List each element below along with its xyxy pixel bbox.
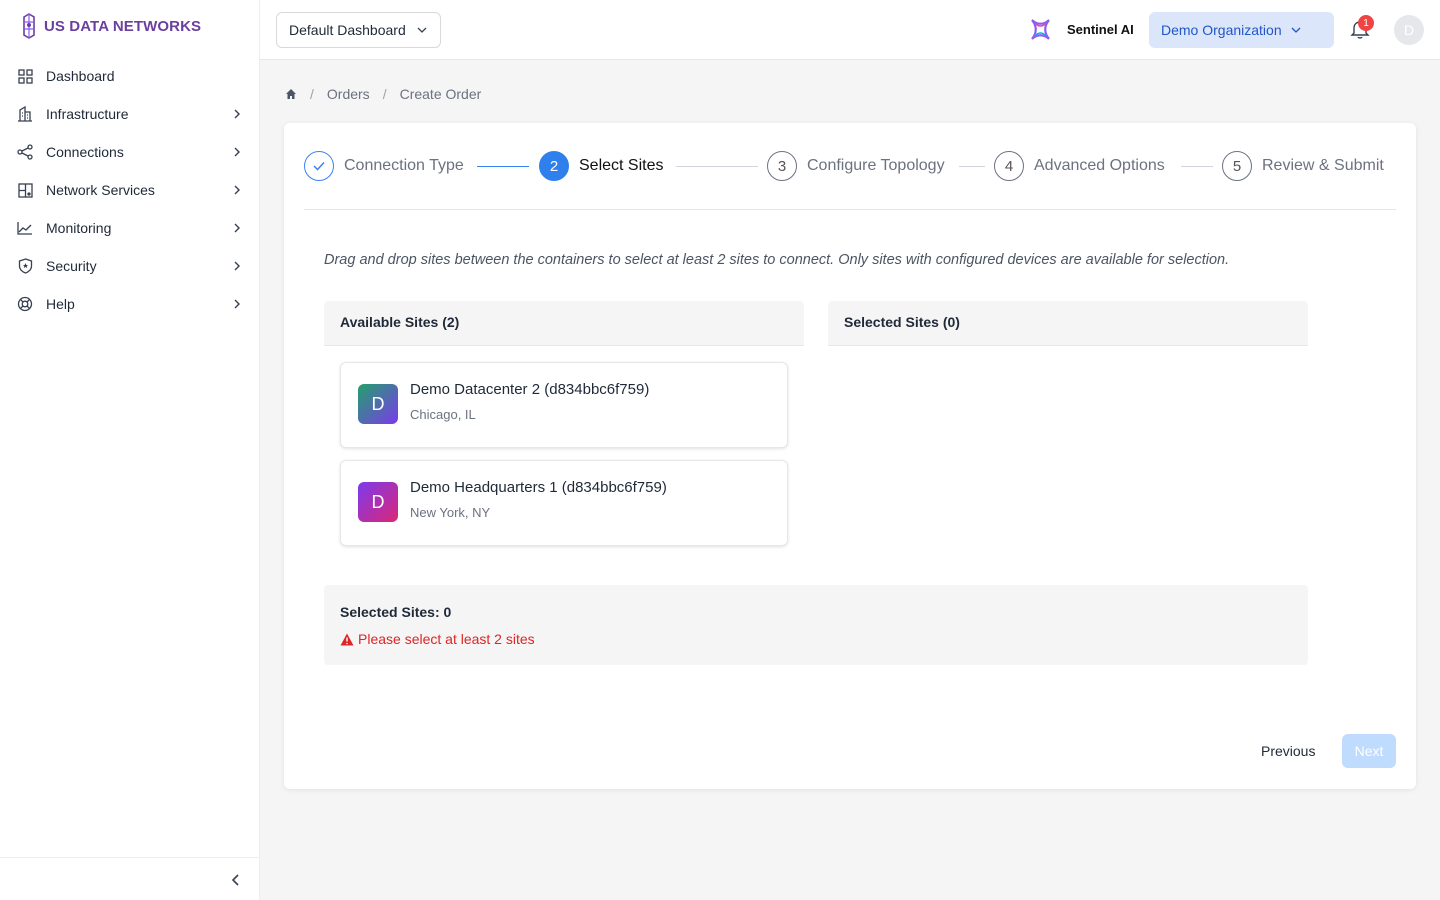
building-icon	[17, 106, 33, 122]
organization-select[interactable]: Demo Organization	[1149, 12, 1334, 48]
brand-name: US DATA NETWORKS	[44, 17, 202, 35]
breadcrumb-current: Create Order	[399, 86, 482, 102]
sidebar: US DATA NETWORKS Dashboard Infrastructur…	[0, 0, 260, 900]
line-chart-icon	[17, 220, 33, 236]
site-card[interactable]: D Demo Datacenter 2 (d834bbc6f759) Chica…	[340, 362, 788, 448]
available-sites-header: Available Sites (2)	[324, 301, 804, 346]
step-connector	[676, 166, 758, 167]
step-number: 5	[1222, 151, 1252, 181]
lifebuoy-icon	[17, 296, 33, 312]
step-number: 3	[767, 151, 797, 181]
step-number: 4	[994, 151, 1024, 181]
step-connector	[477, 166, 529, 167]
dashboard-select[interactable]: Default Dashboard	[276, 12, 441, 48]
selection-summary: Selected Sites: 0 Please select at least…	[324, 585, 1308, 665]
brand-logo-icon	[23, 13, 35, 39]
dashboard-grid-icon	[17, 68, 33, 84]
home-icon[interactable]	[285, 88, 297, 100]
dashboard-select-value: Default Dashboard	[289, 22, 406, 38]
sidebar-item-network-services[interactable]: Network Services	[0, 171, 260, 209]
site-card[interactable]: D Demo Headquarters 1 (d834bbc6f759) New…	[340, 460, 788, 546]
step-connector	[959, 166, 985, 167]
step-label: Advanced Options	[1034, 157, 1165, 174]
chevron-right-icon	[234, 185, 240, 195]
sidebar-item-monitoring[interactable]: Monitoring	[0, 209, 260, 247]
top-header: Default Dashboard Sentinel AI Demo Organ…	[260, 0, 1440, 60]
brand-logo[interactable]: US DATA NETWORKS	[20, 10, 201, 42]
sidebar-item-label: Security	[46, 258, 97, 274]
site-location: New York, NY	[410, 505, 491, 520]
shield-icon	[17, 258, 33, 274]
sidebar-item-infrastructure[interactable]: Infrastructure	[0, 95, 260, 133]
divider	[304, 209, 1396, 210]
step-label: Review & Submit	[1262, 157, 1384, 174]
site-avatar: D	[358, 384, 398, 424]
instructions-text: Drag and drop sites between the containe…	[324, 252, 1230, 268]
sentinel-ai-button[interactable]: Sentinel AI	[1028, 17, 1134, 42]
selected-count: Selected Sites: 0	[340, 604, 452, 620]
sidebar-item-security[interactable]: Security	[0, 247, 260, 285]
sidebar-item-help[interactable]: Help	[0, 285, 260, 323]
collapse-sidebar-button[interactable]	[226, 870, 246, 890]
step-select-sites[interactable]: 2 Select Sites	[539, 151, 663, 181]
user-avatar[interactable]: D	[1394, 15, 1424, 45]
step-advanced-options[interactable]: 4 Advanced Options	[994, 151, 1165, 181]
chevron-right-icon	[234, 223, 240, 233]
validation-error-text: Please select at least 2 sites	[358, 631, 535, 647]
sidebar-item-label: Monitoring	[46, 220, 112, 236]
network-grid-icon	[17, 182, 33, 198]
step-number: 2	[539, 151, 569, 181]
chevron-down-icon	[1291, 27, 1301, 33]
share-nodes-icon	[17, 144, 33, 160]
sidebar-item-label: Help	[46, 296, 75, 312]
step-connection-type[interactable]: Connection Type	[304, 151, 464, 181]
step-configure-topology[interactable]: 3 Configure Topology	[767, 151, 945, 181]
step-connector	[1181, 166, 1213, 167]
sentinel-ai-icon	[1031, 19, 1050, 40]
breadcrumb: / Orders / Create Order	[285, 86, 481, 102]
step-label: Select Sites	[579, 157, 664, 174]
breadcrumb-orders[interactable]: Orders	[327, 86, 370, 102]
stepper: Connection Type 2 Select Sites 3 Configu…	[304, 151, 1396, 181]
check-icon	[304, 151, 334, 181]
validation-error: Please select at least 2 sites	[340, 631, 535, 647]
chevron-right-icon	[234, 147, 240, 157]
sidebar-item-label: Infrastructure	[46, 106, 129, 122]
site-location: Chicago, IL	[410, 407, 476, 422]
site-avatar: D	[358, 482, 398, 522]
chevron-right-icon	[234, 109, 240, 119]
sidebar-item-label: Network Services	[46, 182, 155, 198]
selected-sites-header: Selected Sites (0)	[828, 301, 1308, 346]
organization-select-value: Demo Organization	[1161, 22, 1282, 38]
sentinel-ai-label: Sentinel AI	[1067, 22, 1134, 37]
next-button[interactable]: Next	[1342, 734, 1396, 768]
chevron-down-icon	[417, 27, 427, 33]
sidebar-footer	[0, 857, 260, 900]
step-label: Connection Type	[344, 157, 464, 174]
previous-button[interactable]: Previous	[1246, 734, 1330, 768]
chevron-left-icon	[231, 874, 239, 886]
sidebar-item-dashboard[interactable]: Dashboard	[0, 57, 260, 95]
step-review-submit[interactable]: 5 Review & Submit	[1222, 151, 1384, 181]
sidebar-nav: Dashboard Infrastructure Connections Net…	[0, 57, 260, 323]
sidebar-item-connections[interactable]: Connections	[0, 133, 260, 171]
create-order-card: Connection Type 2 Select Sites 3 Configu…	[284, 123, 1416, 789]
site-name: Demo Datacenter 2 (d834bbc6f759)	[410, 381, 650, 398]
chevron-right-icon	[234, 299, 240, 309]
warning-icon	[340, 633, 354, 645]
step-label: Configure Topology	[807, 157, 945, 174]
chevron-right-icon	[234, 261, 240, 271]
sidebar-item-label: Connections	[46, 144, 124, 160]
notification-badge: 1	[1358, 15, 1374, 31]
site-name: Demo Headquarters 1 (d834bbc6f759)	[410, 479, 667, 496]
sidebar-item-label: Dashboard	[46, 68, 115, 84]
